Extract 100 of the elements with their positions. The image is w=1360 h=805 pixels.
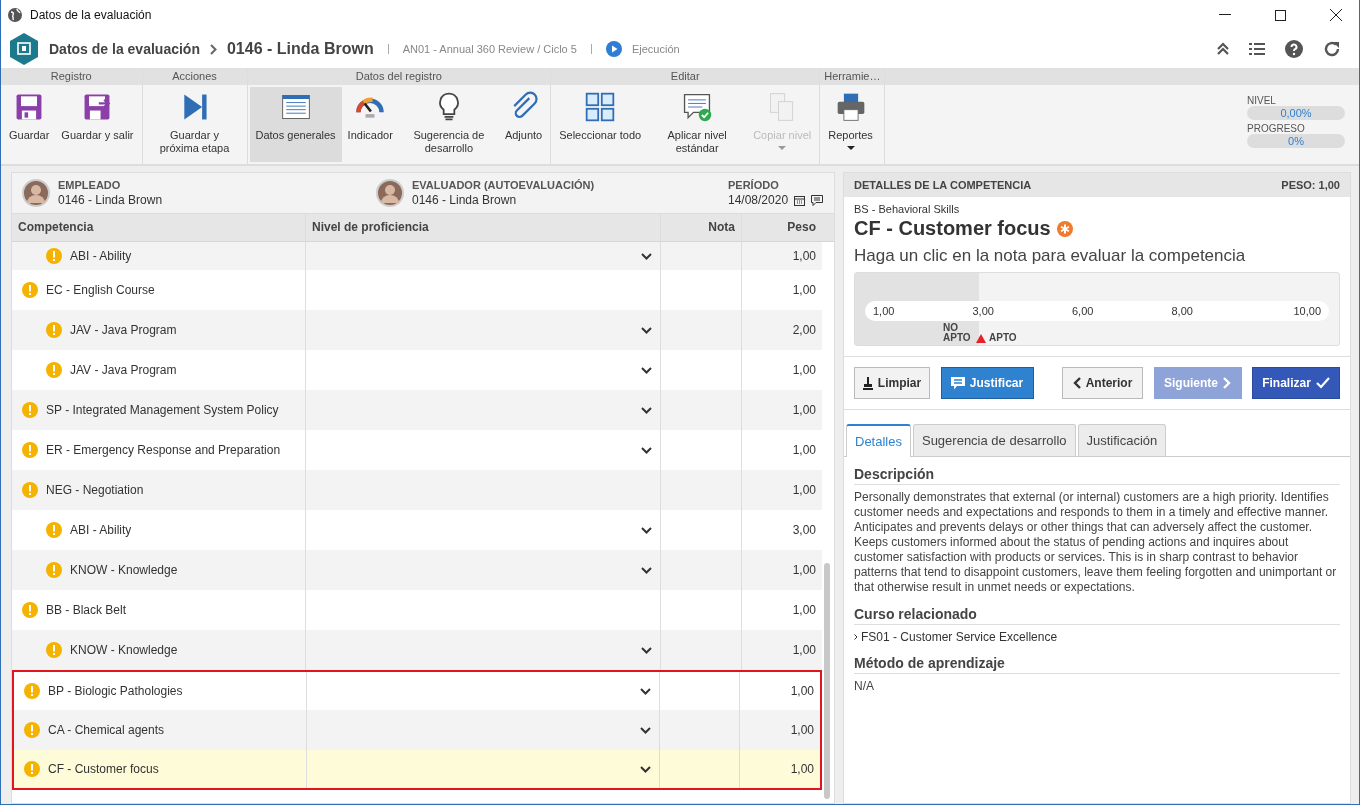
employee-name: 0146 - Linda Brown bbox=[58, 193, 163, 207]
ribbon-button[interactable]: Sugerencia de desarrollo bbox=[398, 87, 499, 162]
column-header: Peso bbox=[786, 219, 817, 236]
competency-name: ER - Emergency Response and Preparation bbox=[46, 443, 281, 457]
comment-icon[interactable] bbox=[811, 194, 824, 206]
list-icon[interactable] bbox=[1249, 43, 1265, 55]
table-row[interactable]: BP - Biologic Pathologies 1,00 bbox=[12, 670, 822, 710]
table-row[interactable]: KNOW - Knowledge 1,00 bbox=[12, 630, 822, 670]
section-heading: Método de aprendizaje bbox=[854, 652, 1340, 674]
ribbon-button[interactable]: Adjunto bbox=[498, 87, 549, 162]
window-title: Datos de la evaluación bbox=[30, 8, 152, 22]
ribbon-group-title: Herramie… bbox=[820, 68, 885, 85]
competency-name: JAV - Java Program bbox=[70, 363, 177, 377]
competency-group: BS - Behavioral Skills bbox=[854, 203, 1340, 215]
ribbon-button[interactable]: Indicador bbox=[341, 87, 399, 162]
chevron-down-icon[interactable] bbox=[639, 687, 651, 695]
chevron-down-icon[interactable] bbox=[641, 446, 652, 454]
required-icon bbox=[1056, 220, 1073, 237]
scrollbar-thumb[interactable] bbox=[824, 563, 830, 799]
warning-icon bbox=[22, 602, 38, 618]
ribbon-button[interactable]: Guardar bbox=[3, 87, 56, 162]
warning-icon bbox=[24, 761, 40, 777]
tab[interactable]: Justificación bbox=[1077, 424, 1167, 456]
chevron-down-icon[interactable] bbox=[641, 366, 652, 374]
grid-icon bbox=[584, 91, 617, 123]
table-row[interactable]: CA - Chemical agents 1,00 bbox=[12, 710, 822, 750]
weight-value: 1,00 bbox=[790, 684, 814, 698]
ribbon-button[interactable]: Guardar y próxima etapa bbox=[144, 87, 245, 162]
weight-value: 1,00 bbox=[792, 249, 816, 263]
threshold-marker-icon bbox=[976, 334, 986, 343]
weight-value: 1,00 bbox=[792, 603, 816, 617]
period-label: PERÍODO bbox=[728, 179, 780, 191]
record-title: 0146 - Linda Brown bbox=[226, 40, 374, 58]
competency-name: JAV - Java Program bbox=[70, 323, 177, 337]
score-option[interactable]: 1,00 bbox=[873, 305, 923, 317]
competency-name: EC - English Course bbox=[46, 283, 155, 297]
ribbon-button[interactable]: Reportes bbox=[822, 87, 879, 162]
brush-icon bbox=[862, 376, 873, 390]
breadcrumb-chevron-icon bbox=[209, 43, 217, 55]
action-button[interactable]: Finalizar bbox=[1252, 367, 1340, 399]
warning-icon bbox=[22, 482, 38, 498]
ribbon-group-title: Datos del registro bbox=[247, 68, 551, 85]
chevron-down-icon[interactable] bbox=[641, 566, 652, 574]
weight-value: 1,00 bbox=[792, 643, 816, 657]
minimize-icon[interactable] bbox=[1219, 14, 1231, 16]
tab[interactable]: Sugerencia de desarrollo bbox=[912, 424, 1076, 456]
warning-icon bbox=[46, 322, 62, 338]
score-option[interactable]: 8,00 bbox=[1171, 305, 1222, 317]
collapse-icon[interactable] bbox=[1217, 42, 1229, 56]
refresh-icon[interactable] bbox=[1323, 40, 1341, 58]
table-row[interactable]: KNOW - Knowledge 1,00 bbox=[12, 550, 822, 590]
evaluator-label: EVALUADOR (AUTOEVALUACIÓN) bbox=[412, 179, 595, 191]
course-link[interactable]: FS01 - Customer Service Excellence bbox=[861, 630, 1058, 644]
pass-label: APTO bbox=[989, 332, 1017, 343]
chevron-down-icon[interactable] bbox=[641, 526, 652, 534]
ribbon-button[interactable]: Guardar y salir bbox=[55, 87, 140, 162]
instruction-text: Haga un clic en la nota para evaluar la competencia bbox=[854, 246, 1247, 266]
ribbon-group-title: Editar bbox=[551, 68, 820, 85]
table-row[interactable]: ABI - Ability 1,00 bbox=[12, 242, 822, 270]
weight-value: 1,00 bbox=[792, 363, 816, 377]
table-row[interactable]: SP - Integrated Management System Policy 1,00 bbox=[12, 390, 822, 430]
warning-icon bbox=[46, 642, 62, 658]
table-row[interactable]: JAV - Java Program 2,00 bbox=[12, 310, 822, 350]
help-icon[interactable] bbox=[1285, 40, 1303, 58]
table-row[interactable]: NEG - Negotiation 1,00 bbox=[12, 470, 822, 510]
warning-icon bbox=[24, 683, 40, 699]
competency-name: KNOW - Knowledge bbox=[70, 563, 178, 577]
caret-icon bbox=[846, 146, 855, 150]
score-option[interactable]: 3,00 bbox=[972, 305, 1023, 317]
review-label: AN01 - Annual 360 Review / Ciclo 5 bbox=[402, 43, 577, 55]
ribbon-group-title: Acciones bbox=[142, 68, 247, 85]
globe-icon bbox=[7, 7, 23, 23]
action-button[interactable]: Anterior bbox=[1062, 367, 1143, 399]
table-row[interactable]: CF - Customer focus 1,00 bbox=[12, 750, 822, 790]
warning-icon bbox=[46, 248, 62, 264]
meter-label: PROGRESO bbox=[1247, 123, 1306, 134]
score-option[interactable]: 6,00 bbox=[1072, 305, 1122, 317]
chevron-right-icon bbox=[1223, 377, 1231, 389]
chevron-down-icon[interactable] bbox=[641, 406, 652, 414]
action-button[interactable]: Justificar bbox=[940, 367, 1034, 399]
chevron-down-icon[interactable] bbox=[639, 726, 651, 734]
weight-value: 3,00 bbox=[792, 523, 816, 537]
panel-title: DETALLES DE LA COMPETENCIA bbox=[854, 179, 1032, 191]
ribbon-button[interactable]: Seleccionar todo bbox=[553, 87, 648, 162]
calendar-icon[interactable] bbox=[794, 194, 806, 206]
chevron-down-icon[interactable] bbox=[639, 765, 651, 773]
chevron-down-icon[interactable] bbox=[641, 646, 652, 654]
comment-check-icon bbox=[681, 91, 714, 123]
section-text: Personally demonstrates that external (or internal) customers are a high priority. Identifies customer needs and expectations and responds to them in a timely and effective manner. Anticipates and prevents delays or other things that can adversely affect the customer. Keeps customers informed about the status of pending actions and inquires about customer satisfaction with products or services. This is in sharp contrast to behavior patterns that tend to disappoint customers, leave them feeling forgotten and unimportant or that otherwise result in unmet needs or expectations. bbox=[854, 490, 1338, 595]
ribbon-button[interactable]: Aplicar nivel estándar bbox=[647, 87, 748, 162]
competency-title: CF - Customer focus bbox=[854, 217, 1051, 240]
ribbon-button[interactable]: Datos generales bbox=[249, 87, 342, 162]
weight-value: 1,00 bbox=[792, 283, 816, 297]
tab[interactable]: Detalles bbox=[846, 424, 911, 457]
close-icon[interactable] bbox=[1330, 9, 1342, 21]
chevron-down-icon[interactable] bbox=[641, 252, 652, 260]
maximize-icon[interactable] bbox=[1275, 9, 1286, 21]
chevron-down-icon[interactable] bbox=[641, 326, 652, 334]
score-option[interactable]: 10,00 bbox=[1271, 305, 1321, 317]
action-button[interactable]: Limpiar bbox=[854, 367, 930, 399]
